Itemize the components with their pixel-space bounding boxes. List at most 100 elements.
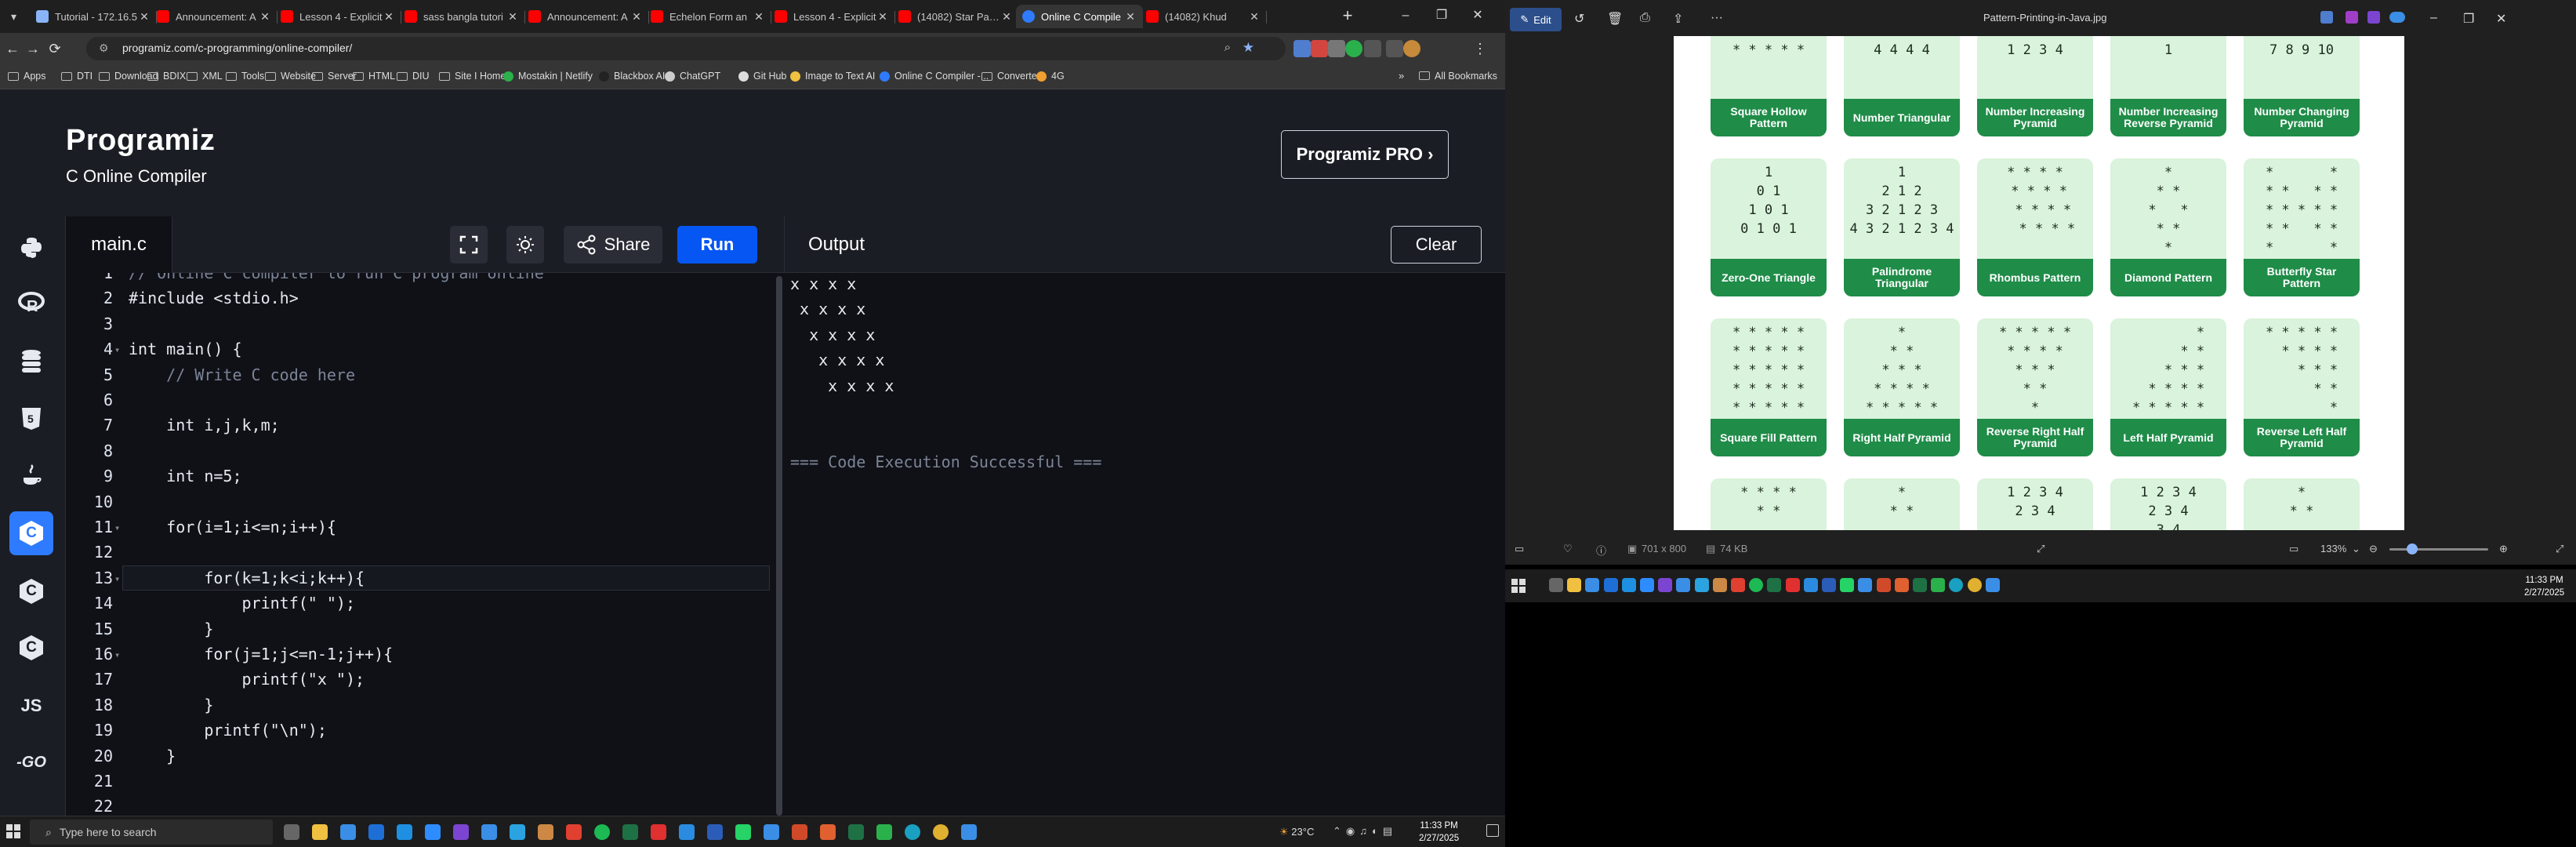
zoom-icon[interactable] xyxy=(425,824,441,840)
code-line[interactable]: for(j=1;j<=n-1;j++){ xyxy=(129,645,393,663)
fit-to-window-icon[interactable]: ⤢ xyxy=(2037,543,2044,555)
chrome-menu-icon[interactable]: ⋮ xyxy=(1469,38,1491,60)
whatsapp-icon[interactable] xyxy=(735,824,751,840)
restore-button[interactable]: ❐ xyxy=(1424,0,1460,31)
close-tab-icon[interactable]: ✕ xyxy=(506,10,519,24)
all-bookmarks-folder[interactable]: All Bookmarks xyxy=(1419,71,1497,82)
camera-extension-icon[interactable] xyxy=(1328,40,1345,57)
maximize-button[interactable]: ❐ xyxy=(2463,11,2474,27)
bookmark-item[interactable]: Site I Home xyxy=(439,71,506,82)
run-button[interactable]: Run xyxy=(677,226,757,264)
close-tab-icon[interactable]: ✕ xyxy=(1000,10,1013,24)
vscode-icon[interactable] xyxy=(679,824,695,840)
powerpoint-icon[interactable] xyxy=(1876,578,1891,592)
go-icon[interactable]: -GO xyxy=(9,740,53,784)
code-line[interactable]: // Write C code here xyxy=(129,365,355,384)
csharp-icon[interactable]: C xyxy=(9,626,53,670)
actual-size-icon[interactable]: ▭ xyxy=(2289,543,2298,555)
telegram-icon[interactable] xyxy=(1694,578,1709,592)
bookmark-item[interactable]: Server xyxy=(312,71,357,82)
extensions-puzzle-icon[interactable] xyxy=(1364,40,1381,57)
browser-tab[interactable]: Lesson 4 - Explicit ✕ xyxy=(768,5,895,28)
zoom-out-icon[interactable]: ⊖ xyxy=(2369,543,2378,555)
browser-tab[interactable]: sass bangla tutori ✕ xyxy=(398,5,525,28)
browser-tab[interactable]: Echelon Form an ✕ xyxy=(644,5,771,28)
code-editor[interactable]: 1 // Online C compiler to run C program o… xyxy=(66,273,771,816)
app-icon[interactable] xyxy=(566,824,582,840)
onedrive-icon[interactable] xyxy=(2389,12,2405,23)
bookmark-item[interactable]: Website xyxy=(265,71,316,82)
bookmark-item[interactable]: Online C Compiler -... xyxy=(880,71,989,82)
visual-studio-icon[interactable] xyxy=(453,824,469,840)
grammarly-extension-icon[interactable] xyxy=(1345,40,1362,57)
app-icon[interactable] xyxy=(1712,578,1727,592)
sql-icon[interactable] xyxy=(9,339,53,383)
app-icon[interactable] xyxy=(481,824,497,840)
bookmark-item[interactable]: Image to Text AI xyxy=(790,71,875,82)
app-icon[interactable] xyxy=(764,824,779,840)
close-tab-icon[interactable]: ✕ xyxy=(259,10,271,24)
bookmark-item[interactable]: DTI xyxy=(61,71,93,82)
media-control-icon[interactable] xyxy=(1386,40,1403,57)
app-icon[interactable] xyxy=(1731,578,1745,592)
reload-icon[interactable]: ⟳ xyxy=(44,38,66,60)
close-tab-icon[interactable]: ✕ xyxy=(138,10,151,24)
whatsapp-icon[interactable] xyxy=(1840,578,1855,592)
windows-start-icon[interactable] xyxy=(1511,579,1526,597)
telegram-icon[interactable] xyxy=(510,824,525,840)
zoom-in-icon[interactable]: ⊕ xyxy=(2499,543,2508,555)
bookmark-item[interactable]: Git Hub xyxy=(738,71,786,82)
chrome-icon[interactable] xyxy=(933,824,949,840)
more-bookmarks-icon[interactable]: » xyxy=(1399,70,1404,82)
full-screen-icon[interactable]: ⤢ xyxy=(2556,543,2563,555)
bookmark-item[interactable]: Mostakin | Netlify xyxy=(503,71,593,82)
close-window-button[interactable]: ✕ xyxy=(1460,0,1496,31)
app-icon[interactable] xyxy=(848,824,864,840)
profile-avatar[interactable] xyxy=(1403,40,1420,57)
app-icon[interactable] xyxy=(820,824,836,840)
task-view-icon[interactable] xyxy=(1549,578,1563,592)
close-tab-icon[interactable]: ✕ xyxy=(630,10,643,24)
teams-icon[interactable] xyxy=(397,824,412,840)
fold-arrow-icon[interactable]: ▾ xyxy=(114,522,120,533)
zoom-level[interactable]: 133% xyxy=(2320,543,2346,554)
site-info-icon[interactable]: ⚙ xyxy=(99,42,109,55)
app-icon[interactable] xyxy=(1785,578,1800,592)
favorite-heart-icon[interactable]: ♡ xyxy=(1563,543,1573,555)
app-icon[interactable] xyxy=(1931,578,1946,592)
zoom-slider-track[interactable] xyxy=(2389,548,2488,551)
zoom-slider-thumb[interactable] xyxy=(2407,543,2418,554)
task-view-icon[interactable] xyxy=(284,824,299,840)
system-tray-icons[interactable]: ⌃◉♫◐▤ xyxy=(1333,825,1397,838)
powerpoint-icon[interactable] xyxy=(792,824,807,840)
search-icon[interactable]: ⌕ xyxy=(1225,41,1231,54)
edit-button[interactable]: ✎ Edit xyxy=(1510,8,1562,31)
app-icon[interactable] xyxy=(651,824,666,840)
code-line[interactable]: #include <stdio.h> xyxy=(129,289,299,307)
close-tab-icon[interactable]: ✕ xyxy=(1248,10,1261,24)
store-icon[interactable] xyxy=(340,824,356,840)
theme-toggle-icon[interactable] xyxy=(506,226,544,264)
programiz-pro-button[interactable]: Programiz PRO › xyxy=(1281,130,1449,179)
bookmark-item[interactable]: Apps xyxy=(8,71,46,82)
print-icon[interactable]: ⎙ xyxy=(1640,11,1650,25)
file-explorer-icon[interactable] xyxy=(312,824,328,840)
more-options-icon[interactable]: ··· xyxy=(1711,11,1723,25)
close-tab-icon[interactable]: ✕ xyxy=(1124,10,1137,24)
fold-arrow-icon[interactable]: ▾ xyxy=(114,649,120,660)
python-icon[interactable] xyxy=(9,226,53,270)
spotify-icon[interactable] xyxy=(594,824,610,840)
bookmark-item[interactable]: BDIX xyxy=(147,71,186,82)
bookmark-item[interactable]: HTML xyxy=(353,71,395,82)
bookmark-item[interactable]: Tools xyxy=(226,71,264,82)
edge-icon[interactable] xyxy=(1949,578,1964,592)
delete-icon[interactable]: 🗑 xyxy=(1607,11,1623,27)
code-line[interactable]: printf("\n"); xyxy=(129,721,327,740)
info-icon[interactable]: ⓘ xyxy=(1596,543,1606,558)
browser-tab[interactable]: (14082) Star Patte ✕ xyxy=(892,5,1019,28)
taskbar-clock[interactable]: 11:33 PM 2/27/2025 xyxy=(2524,574,2564,599)
html5-icon[interactable]: 5 xyxy=(9,397,53,441)
file-tab-main-c[interactable]: main.c xyxy=(66,216,172,273)
visual-studio-icon[interactable] xyxy=(1658,578,1673,592)
store-icon[interactable] xyxy=(1585,578,1600,592)
